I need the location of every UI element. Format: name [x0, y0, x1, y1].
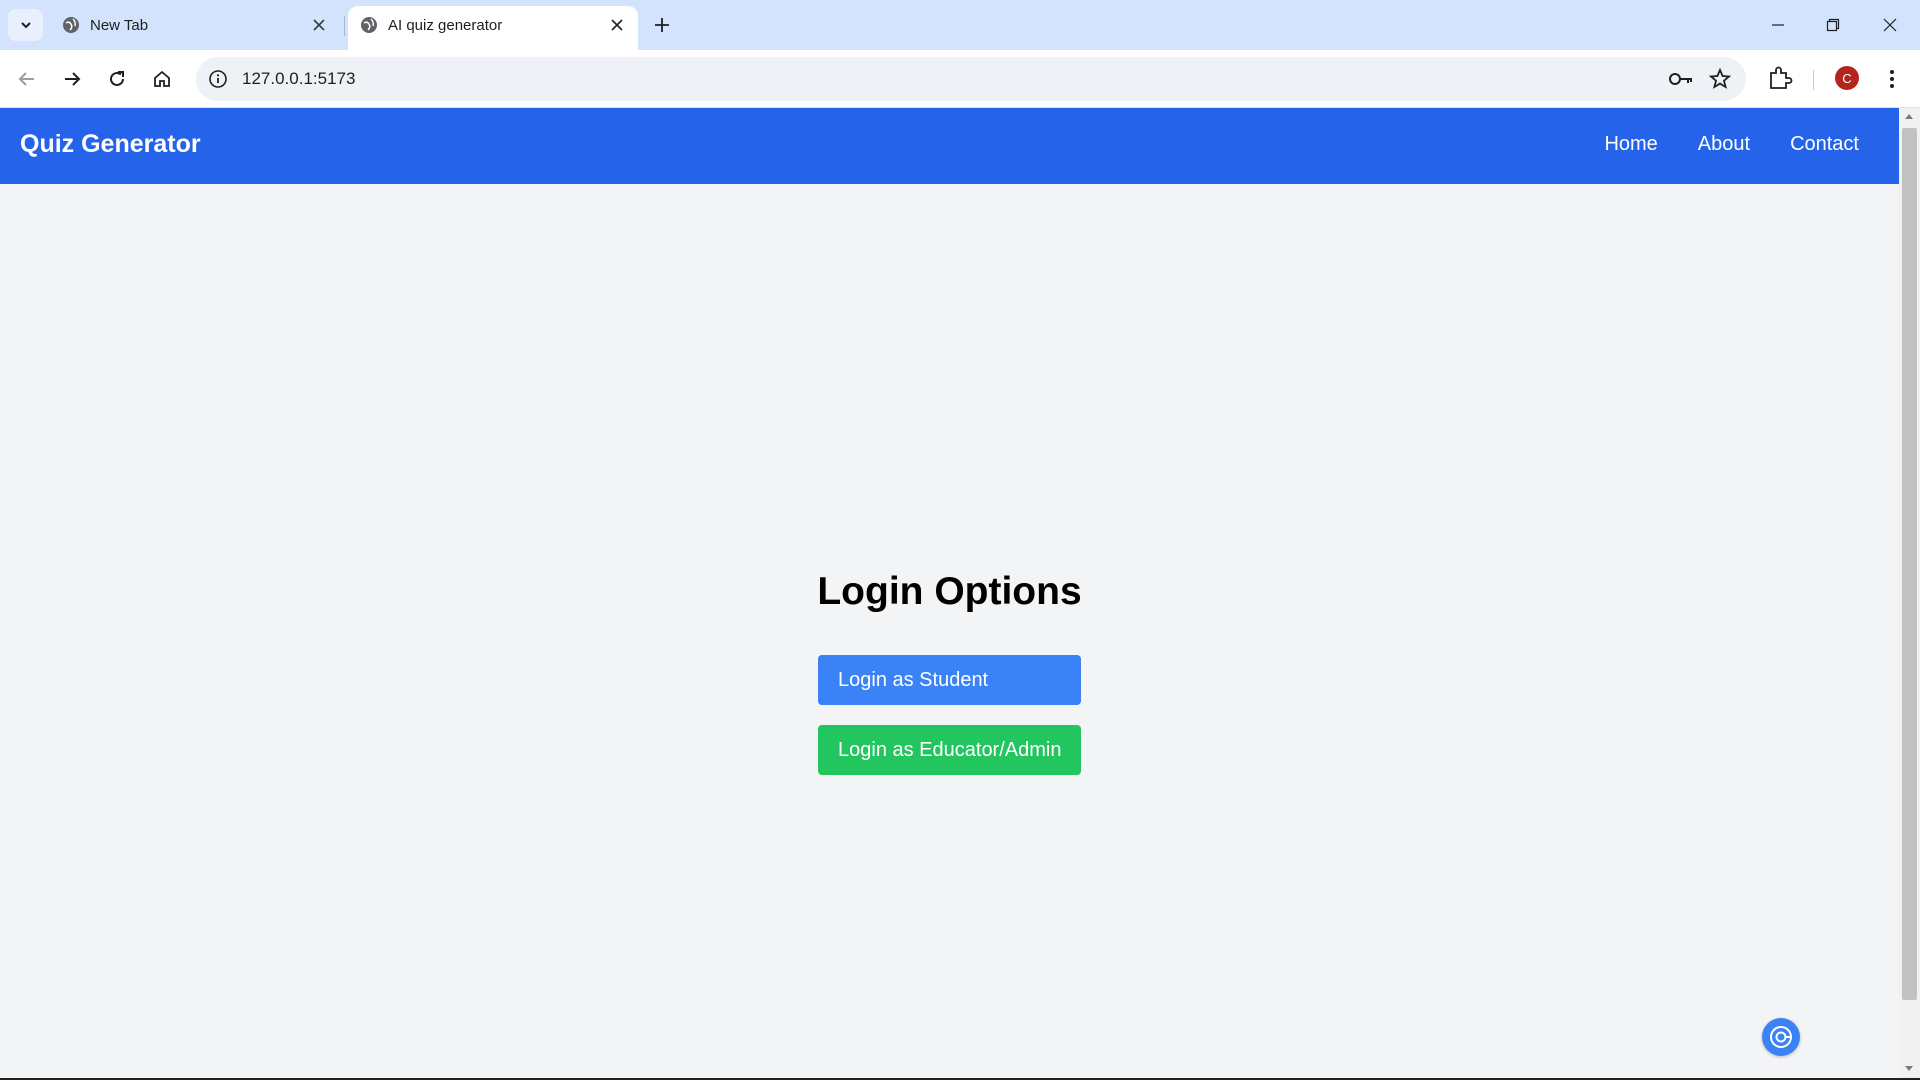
profile-avatar[interactable]: C: [1835, 66, 1859, 90]
more-vertical-icon: [1890, 70, 1894, 88]
browser-toolbar: 127.0.0.1:5173: [0, 50, 1920, 108]
forward-button[interactable]: [56, 63, 88, 95]
assistant-button[interactable]: [1762, 1018, 1800, 1056]
star-icon[interactable]: [1708, 67, 1732, 91]
url-text[interactable]: 127.0.0.1:5173: [242, 69, 355, 89]
nav-link-home[interactable]: Home: [1604, 133, 1657, 156]
back-button[interactable]: [11, 63, 43, 95]
minimize-icon: [1772, 24, 1784, 26]
site-brand[interactable]: Quiz Generator: [20, 130, 201, 159]
tab-title: AI quiz generator: [388, 17, 503, 34]
home-button[interactable]: [146, 63, 178, 95]
tab-search-button[interactable]: [8, 9, 43, 41]
new-tab-button[interactable]: [648, 11, 676, 39]
assistant-icon: [1770, 1026, 1792, 1048]
site-nav: Home About Contact: [1604, 133, 1859, 156]
reload-icon: [110, 71, 124, 86]
web-page: Quiz Generator Home About Contact Login …: [0, 108, 1899, 1078]
scroll-up-arrow-icon[interactable]: [1905, 114, 1913, 119]
restore-button[interactable]: [1813, 8, 1853, 42]
page-scrollbar[interactable]: [1899, 108, 1920, 1078]
arrow-right-icon: [65, 72, 81, 86]
login-educator-button[interactable]: Login as Educator/Admin: [818, 725, 1081, 775]
info-icon[interactable]: [208, 69, 228, 89]
scroll-thumb[interactable]: [1902, 128, 1917, 1000]
login-student-button[interactable]: Login as Student: [818, 655, 1081, 705]
tab-strip: New Tab AI quiz generator: [0, 0, 1920, 50]
scroll-down-arrow-icon[interactable]: [1905, 1066, 1913, 1071]
tab-new-tab[interactable]: New Tab: [50, 6, 340, 50]
globe-icon: [361, 17, 377, 33]
arrow-left-icon: [18, 72, 34, 86]
nav-link-about[interactable]: About: [1698, 133, 1750, 156]
tab-ai-quiz-generator[interactable]: AI quiz generator: [348, 6, 638, 50]
tab-divider: [344, 16, 345, 36]
reload-button[interactable]: [101, 63, 133, 95]
nav-link-contact[interactable]: Contact: [1790, 133, 1859, 156]
key-icon[interactable]: [1668, 68, 1694, 90]
minimize-button[interactable]: [1758, 8, 1798, 42]
close-icon: [1883, 18, 1897, 32]
tab-title: New Tab: [90, 17, 149, 34]
window-close-button[interactable]: [1870, 8, 1910, 42]
home-icon: [154, 70, 170, 87]
close-icon[interactable]: [308, 14, 330, 36]
close-icon[interactable]: [606, 14, 628, 36]
toolbar-divider: [1813, 70, 1814, 90]
globe-icon: [63, 17, 79, 33]
extensions-icon[interactable]: [1766, 65, 1794, 93]
page-title: Login Options: [817, 570, 1082, 613]
plus-icon: [655, 18, 669, 32]
browser-menu-button[interactable]: [1880, 65, 1904, 93]
chevron-down-icon: [20, 22, 31, 29]
site-navbar: Quiz Generator Home About Contact: [0, 108, 1899, 184]
restore-icon: [1826, 18, 1840, 32]
address-bar[interactable]: 127.0.0.1:5173: [196, 57, 1746, 101]
